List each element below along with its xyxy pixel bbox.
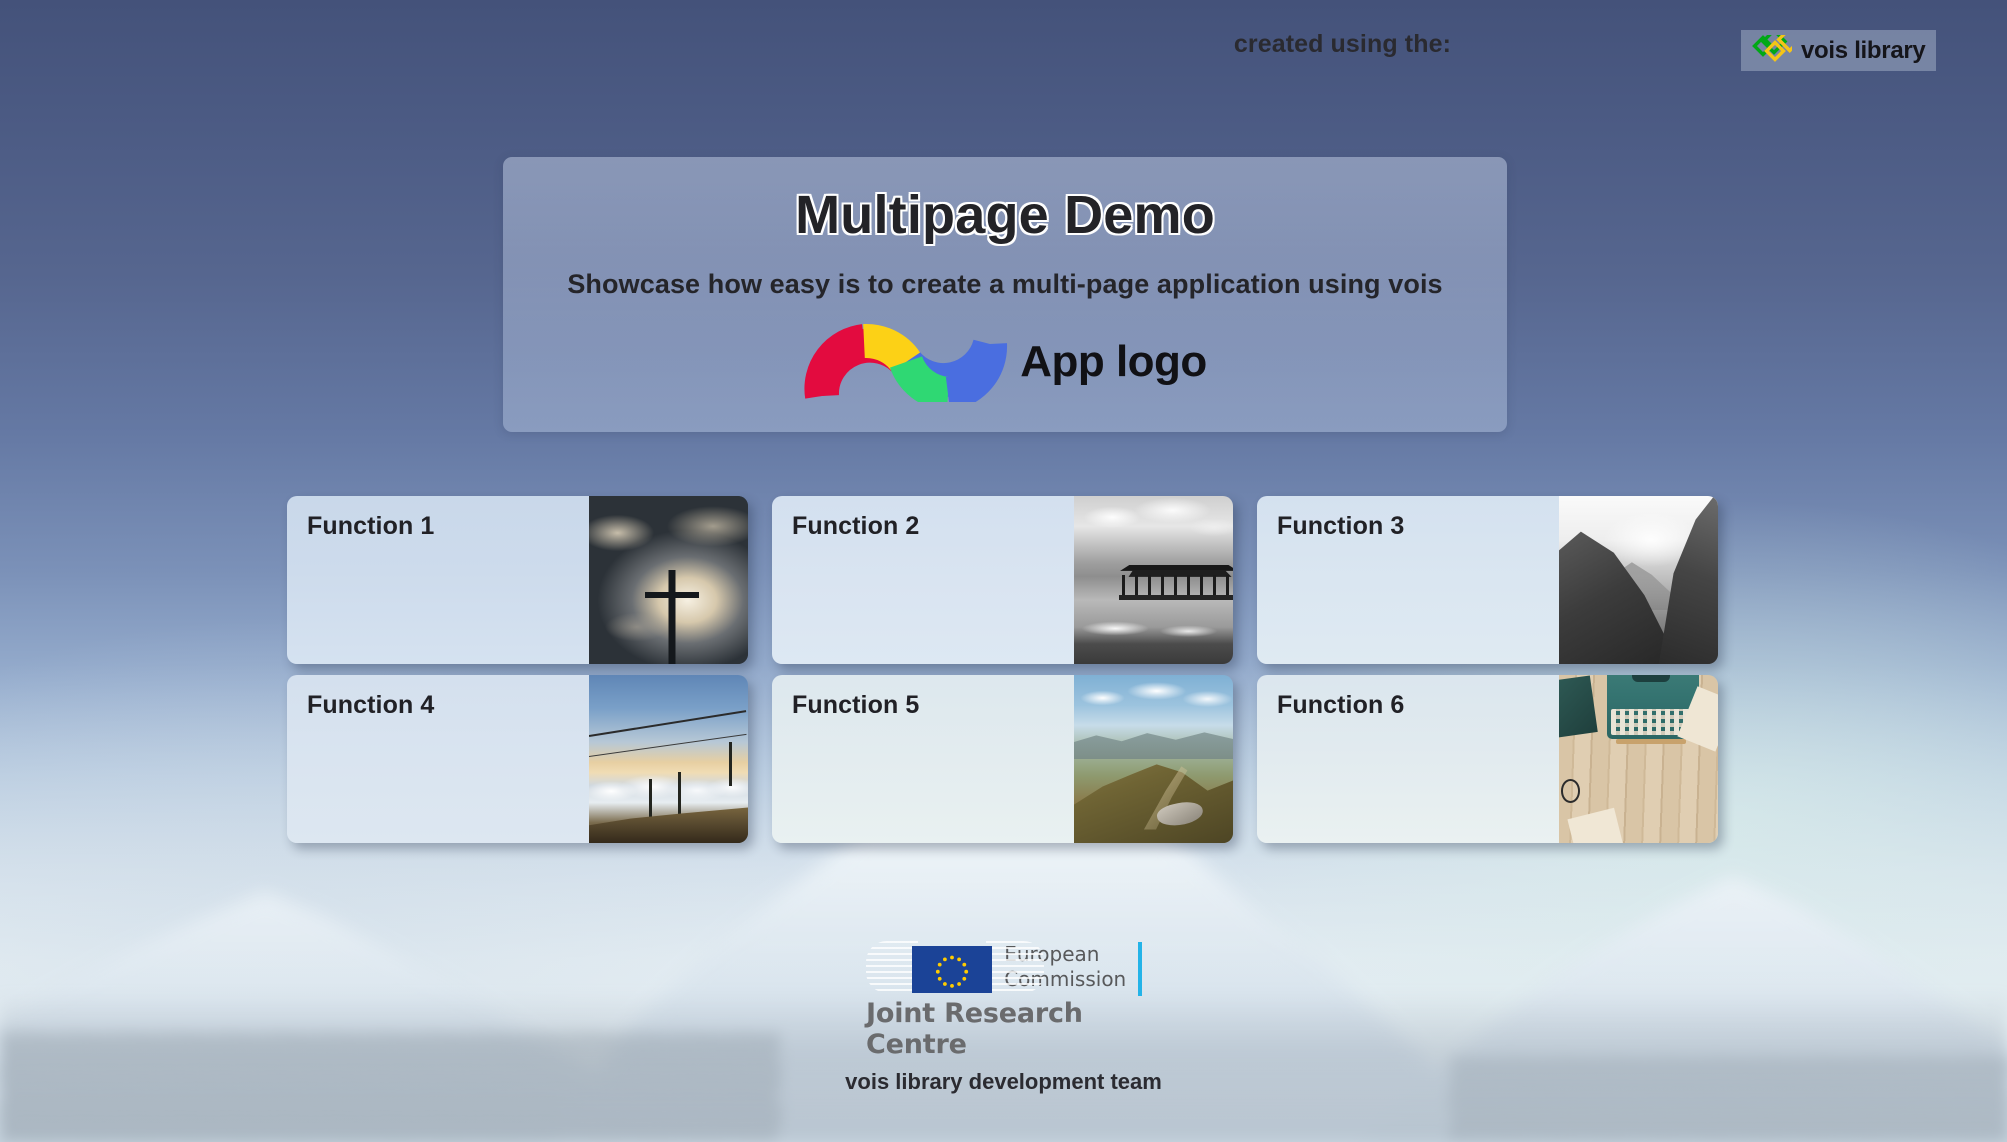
function-card-1[interactable]: Function 1	[287, 496, 748, 664]
card-body: Function 3	[1257, 496, 1559, 664]
pier-pavilion-bw-photo	[1074, 496, 1233, 664]
vintage-typewriter-photo	[1559, 675, 1718, 843]
misty-valley-bw-photo	[1559, 496, 1718, 664]
function-card-2[interactable]: Function 2	[772, 496, 1233, 664]
page-subtitle: Showcase how easy is to create a multi-p…	[567, 269, 1443, 299]
joint-research-centre-label: Joint Research Centre	[866, 998, 1083, 1060]
app-root: created using the: vois library Multipag…	[0, 0, 2007, 1142]
page-title: Multipage Demo	[795, 185, 1215, 245]
function-card-label: Function 5	[792, 691, 920, 719]
card-body: Function 2	[772, 496, 1074, 664]
cross-against-clouds-photo	[589, 496, 748, 664]
function-card-6[interactable]: Function 6	[1257, 675, 1718, 843]
function-card-label: Function 2	[792, 512, 920, 540]
app-logo-row: App logo	[503, 322, 1507, 411]
function-card-4[interactable]: Function 4	[287, 675, 748, 843]
function-card-3[interactable]: Function 3	[1257, 496, 1718, 664]
function-card-label: Function 1	[307, 512, 435, 540]
footer-credit: vois library development team	[845, 1069, 1162, 1094]
function-cards-grid: Function 1 Function 2 Function 3 Functio…	[287, 496, 1721, 843]
function-card-label: Function 6	[1277, 691, 1405, 719]
vois-library-badge[interactable]: vois library	[1741, 26, 1936, 71]
created-using-label: created using the:	[1233, 30, 1451, 58]
card-body: Function 4	[287, 675, 589, 843]
ec-accent-bar	[1138, 942, 1142, 996]
card-body: Function 1	[287, 496, 589, 664]
ski-lift-sunset-photo	[589, 675, 748, 843]
card-body: Function 6	[1257, 675, 1559, 843]
app-wave-logo-icon	[803, 322, 1008, 411]
function-card-5[interactable]: Function 5	[772, 675, 1233, 843]
european-commission-logo-icon: European Commission Joint Research Centr…	[866, 938, 1142, 1060]
vois-library-wordmark: vois library	[1801, 36, 1926, 64]
eu-flag-icon	[866, 938, 1044, 996]
mountain-ridge-photo	[1074, 675, 1233, 843]
app-logo-label: App logo	[1020, 337, 1207, 386]
function-card-label: Function 3	[1277, 512, 1405, 540]
card-body: Function 5	[772, 675, 1074, 843]
vois-diamond-logo-icon	[1752, 26, 1804, 66]
title-card: Multipage Demo Showcase how easy is to c…	[503, 157, 1507, 432]
function-card-label: Function 4	[307, 691, 435, 719]
